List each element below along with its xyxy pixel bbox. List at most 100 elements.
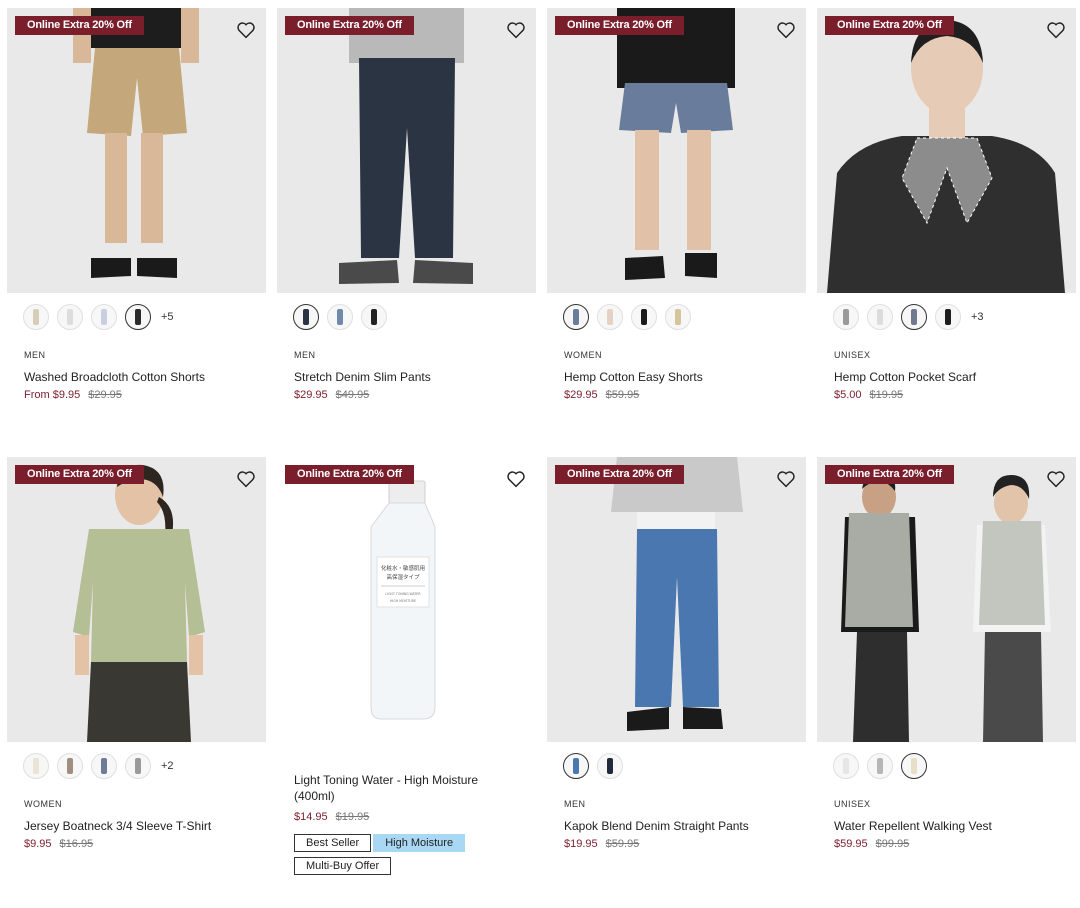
tag-high-moisture: High Moisture — [373, 834, 466, 852]
product-price: $14.95 $19.95 — [294, 811, 369, 823]
color-swatch[interactable] — [91, 753, 117, 779]
product-card[interactable]: Online Extra 20% Off +2 WOMEN Jersey Boa… — [7, 457, 266, 850]
color-swatch[interactable] — [833, 753, 859, 779]
sale-price: $14.95 — [294, 811, 328, 823]
color-swatch[interactable] — [57, 304, 83, 330]
original-price: $49.95 — [335, 389, 370, 401]
bottle-label-jp-1: 化粧水・敏感肌用 — [381, 564, 425, 572]
color-swatch[interactable] — [833, 304, 859, 330]
product-image[interactable]: Online Extra 20% Off — [817, 457, 1076, 742]
color-swatch-selected[interactable] — [563, 753, 589, 779]
color-swatch-selected[interactable] — [901, 753, 927, 779]
color-swatch[interactable] — [125, 753, 151, 779]
color-swatch-selected[interactable] — [563, 304, 589, 330]
product-photo-straight-denim — [611, 457, 743, 731]
bottle-label-en-2: HIGH MOISTURE — [390, 599, 416, 603]
tag-multi-buy-offer: Multi-Buy Offer — [294, 857, 392, 875]
product-price: $9.95 $16.95 — [24, 838, 93, 850]
color-swatch-selected[interactable] — [293, 304, 319, 330]
product-image[interactable]: Online Extra 20% Off — [7, 8, 266, 293]
bottle-label-en-1: LIGHT TONING WATER — [385, 592, 421, 596]
product-price: $59.95 $99.95 — [834, 838, 909, 850]
promo-badge: Online Extra 20% Off — [285, 465, 414, 484]
promo-badge: Online Extra 20% Off — [825, 16, 954, 35]
product-name[interactable]: Hemp Cotton Pocket Scarf — [834, 369, 1069, 385]
product-card[interactable]: Online Extra 20% Off +3 UNISEX Hemp Cott… — [817, 8, 1076, 401]
product-card[interactable]: Online Extra 20% Off MEN Kapok Blend Den… — [547, 457, 806, 850]
heart-icon[interactable] — [1046, 470, 1066, 488]
product-card[interactable]: Online Extra 20% Off UNISEX Water Repell… — [817, 457, 1076, 850]
more-colors-count[interactable]: +2 — [161, 760, 174, 772]
product-category: MEN — [24, 350, 46, 360]
color-swatch[interactable] — [23, 753, 49, 779]
heart-icon[interactable] — [506, 470, 526, 488]
color-swatches — [563, 752, 631, 780]
heart-icon[interactable] — [776, 21, 796, 39]
color-swatch[interactable] — [597, 304, 623, 330]
more-colors-count[interactable]: +3 — [971, 311, 984, 323]
color-swatch[interactable] — [631, 304, 657, 330]
sale-price: $19.95 — [564, 838, 598, 850]
promo-badge: Online Extra 20% Off — [15, 465, 144, 484]
color-swatch[interactable] — [327, 304, 353, 330]
product-image[interactable]: Online Extra 20% Off — [277, 8, 536, 293]
color-swatch[interactable] — [867, 304, 893, 330]
product-name[interactable]: Jersey Boatneck 3/4 Sleeve T-Shirt — [24, 818, 259, 834]
product-photo-toning-water-bottle: 化粧水・敏感肌用 高保湿タイプ LIGHT TONING WATER HIGH … — [370, 480, 436, 720]
promo-badge: Online Extra 20% Off — [15, 16, 144, 35]
product-image[interactable]: 化粧水・敏感肌用 高保湿タイプ LIGHT TONING WATER HIGH … — [277, 457, 536, 742]
sale-price: $5.00 — [834, 389, 862, 401]
product-photo-pocket-scarf — [827, 20, 1065, 293]
color-swatch-selected[interactable] — [901, 304, 927, 330]
product-card[interactable]: Online Extra 20% Off MEN Stretch Denim S… — [277, 8, 536, 401]
original-price: $59.95 — [605, 838, 640, 850]
color-swatches: +3 — [833, 303, 984, 331]
heart-icon[interactable] — [236, 470, 256, 488]
heart-icon[interactable] — [506, 21, 526, 39]
color-swatch[interactable] — [57, 753, 83, 779]
product-category: UNISEX — [834, 350, 871, 360]
product-price: $5.00 $19.95 — [834, 389, 903, 401]
original-price: $29.95 — [88, 389, 122, 401]
product-image[interactable]: Online Extra 20% Off — [7, 457, 266, 742]
color-swatch[interactable] — [665, 304, 691, 330]
sale-price: $29.95 — [294, 389, 328, 401]
product-photo-walking-vest — [841, 472, 1051, 742]
color-swatch[interactable] — [935, 304, 961, 330]
heart-icon[interactable] — [1046, 21, 1066, 39]
product-name[interactable]: Light Toning Water - High Moisture (400m… — [294, 772, 494, 804]
product-image[interactable]: Online Extra 20% Off — [817, 8, 1076, 293]
product-name[interactable]: Hemp Cotton Easy Shorts — [564, 369, 799, 385]
color-swatch[interactable] — [597, 753, 623, 779]
product-category: MEN — [294, 350, 316, 360]
product-image[interactable]: Online Extra 20% Off — [547, 457, 806, 742]
color-swatches — [293, 303, 395, 331]
original-price: $59.95 — [605, 389, 640, 401]
product-name[interactable]: Kapok Blend Denim Straight Pants — [564, 818, 799, 834]
product-card[interactable]: Online Extra 20% Off +5 MEN Washed Broad… — [7, 8, 266, 401]
color-swatch[interactable] — [91, 304, 117, 330]
product-category: WOMEN — [24, 799, 62, 809]
product-name[interactable]: Water Repellent Walking Vest — [834, 818, 1069, 834]
color-swatch[interactable] — [361, 304, 387, 330]
heart-icon[interactable] — [776, 470, 796, 488]
promo-badge: Online Extra 20% Off — [285, 16, 414, 35]
product-card[interactable]: 化粧水・敏感肌用 高保湿タイプ LIGHT TONING WATER HIGH … — [277, 457, 536, 875]
product-card[interactable]: Online Extra 20% Off WOMEN Hemp Cotton E… — [547, 8, 806, 401]
color-swatch[interactable] — [867, 753, 893, 779]
product-category: WOMEN — [564, 350, 602, 360]
product-category: UNISEX — [834, 799, 871, 809]
color-swatch-selected[interactable] — [125, 304, 151, 330]
heart-icon[interactable] — [236, 21, 256, 39]
color-swatches — [563, 303, 699, 331]
product-image[interactable]: Online Extra 20% Off — [547, 8, 806, 293]
sale-price: From $9.95 — [24, 389, 81, 401]
product-name[interactable]: Washed Broadcloth Cotton Shorts — [24, 369, 259, 385]
more-colors-count[interactable]: +5 — [161, 311, 174, 323]
product-name[interactable]: Stretch Denim Slim Pants — [294, 369, 529, 385]
sale-price: $29.95 — [564, 389, 598, 401]
product-price: $29.95 $49.95 — [294, 389, 369, 401]
product-category: MEN — [564, 799, 586, 809]
sale-price: $9.95 — [24, 838, 52, 850]
color-swatch[interactable] — [23, 304, 49, 330]
